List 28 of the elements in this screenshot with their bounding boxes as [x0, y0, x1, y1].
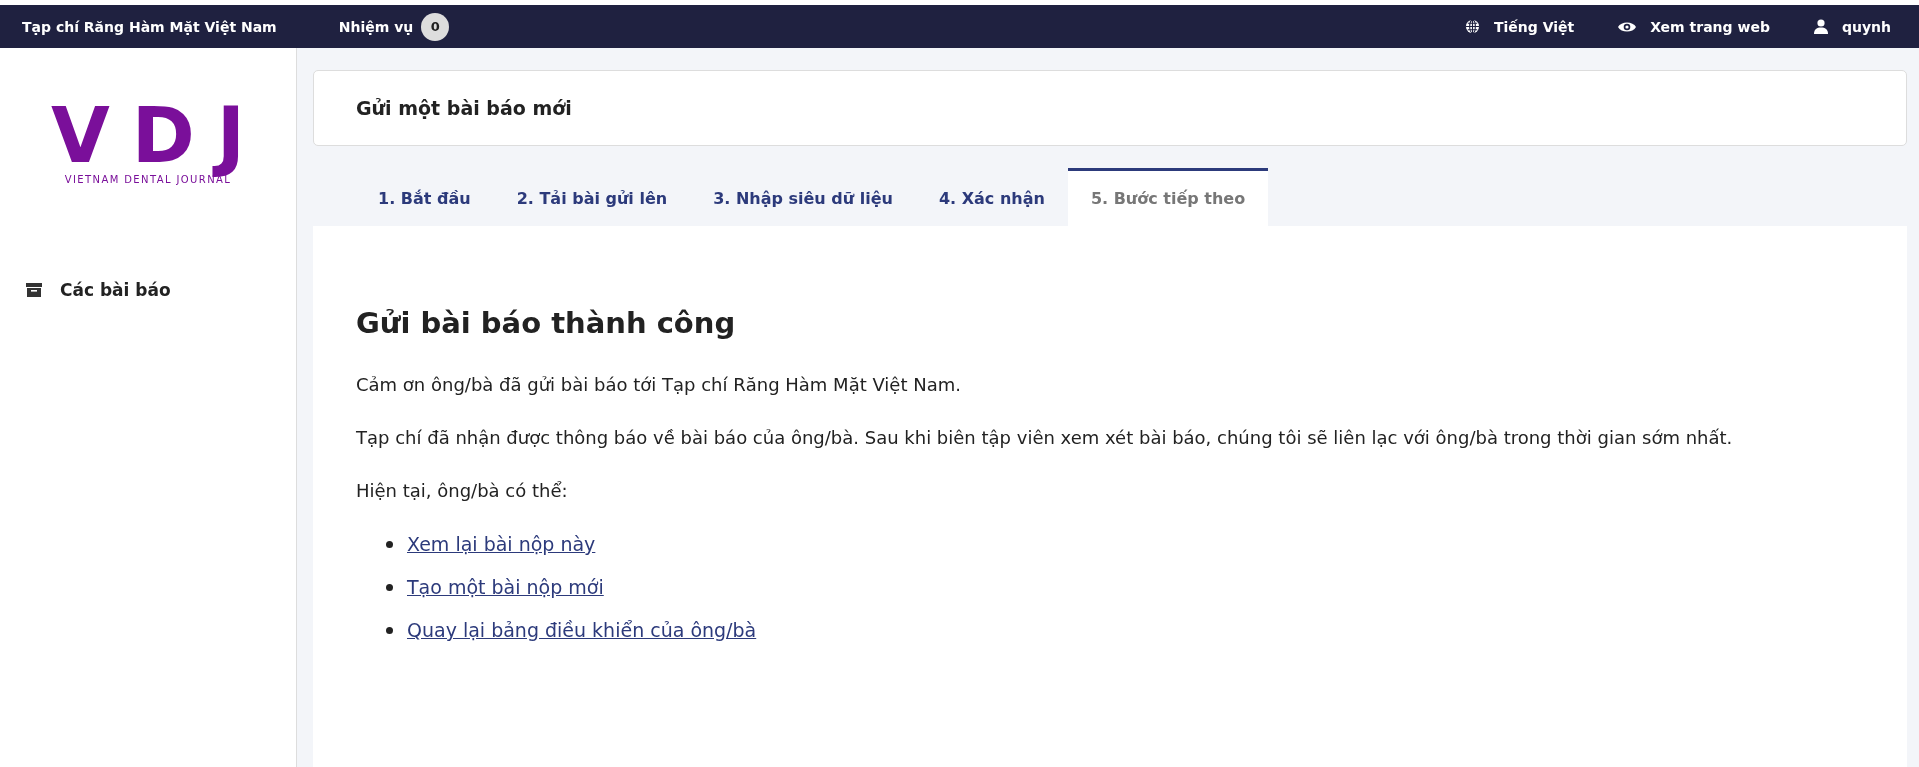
- tasks-link[interactable]: Nhiệm vụ 0: [338, 12, 450, 41]
- action-link[interactable]: Xem lại bài nộp này: [407, 533, 596, 555]
- paragraph: Tạp chí đã nhận được thông báo về bài báo của ông/bà. Sau khi biên tập viên xem xét bài báo, chúng tôi sẽ liên lạc với ông/bà trong thời gian sớm nhất.: [356, 427, 1734, 448]
- eye-icon: [1618, 20, 1637, 33]
- archive-box-icon: [26, 283, 42, 297]
- bullet-icon: [386, 626, 393, 634]
- step-tab[interactable]: 3. Nhập siêu dữ liệu: [690, 168, 916, 226]
- paragraph: Hiện tại, ông/bà có thể:: [356, 480, 569, 501]
- step-tab[interactable]: 1. Bắt đầu: [355, 168, 494, 226]
- bullet-icon: [386, 583, 393, 591]
- task-count-badge: 0: [421, 12, 450, 41]
- step-tab[interactable]: 5. Bước tiếp theo: [1067, 168, 1269, 226]
- user-link[interactable]: quynh: [1813, 18, 1891, 35]
- site-title-link[interactable]: Tạp chí Răng Hàm Mặt Việt Nam: [22, 18, 277, 35]
- view-link[interactable]: Xem trang web: [1618, 18, 1770, 35]
- paragraph: Cảm ơn ông/bà đã gửi bài báo tới Tạp chí Răng Hàm Mặt Việt Nam.: [356, 374, 962, 395]
- globe-icon: [1464, 19, 1480, 34]
- success-heading: Gửi bài báo thành công: [356, 306, 737, 340]
- language-link[interactable]: Tiếng Việt: [1464, 18, 1575, 35]
- step-tab[interactable]: 4. Xác nhận: [915, 168, 1068, 226]
- sidebar-item[interactable]: Các bài báo: [0, 280, 296, 300]
- action-link[interactable]: Tạo một bài nộp mới: [407, 576, 604, 598]
- user-icon: [1813, 19, 1828, 34]
- bullet-icon: [386, 540, 393, 548]
- step-tab[interactable]: 2. Tải bài gửi lên: [493, 168, 691, 226]
- logo-tagline: VIETNAM DENTAL JOURNAL: [64, 174, 232, 185]
- action-link[interactable]: Quay lại bảng điều khiển của ông/bà: [407, 619, 757, 641]
- page-title: Gửi một bài báo mới: [356, 97, 572, 119]
